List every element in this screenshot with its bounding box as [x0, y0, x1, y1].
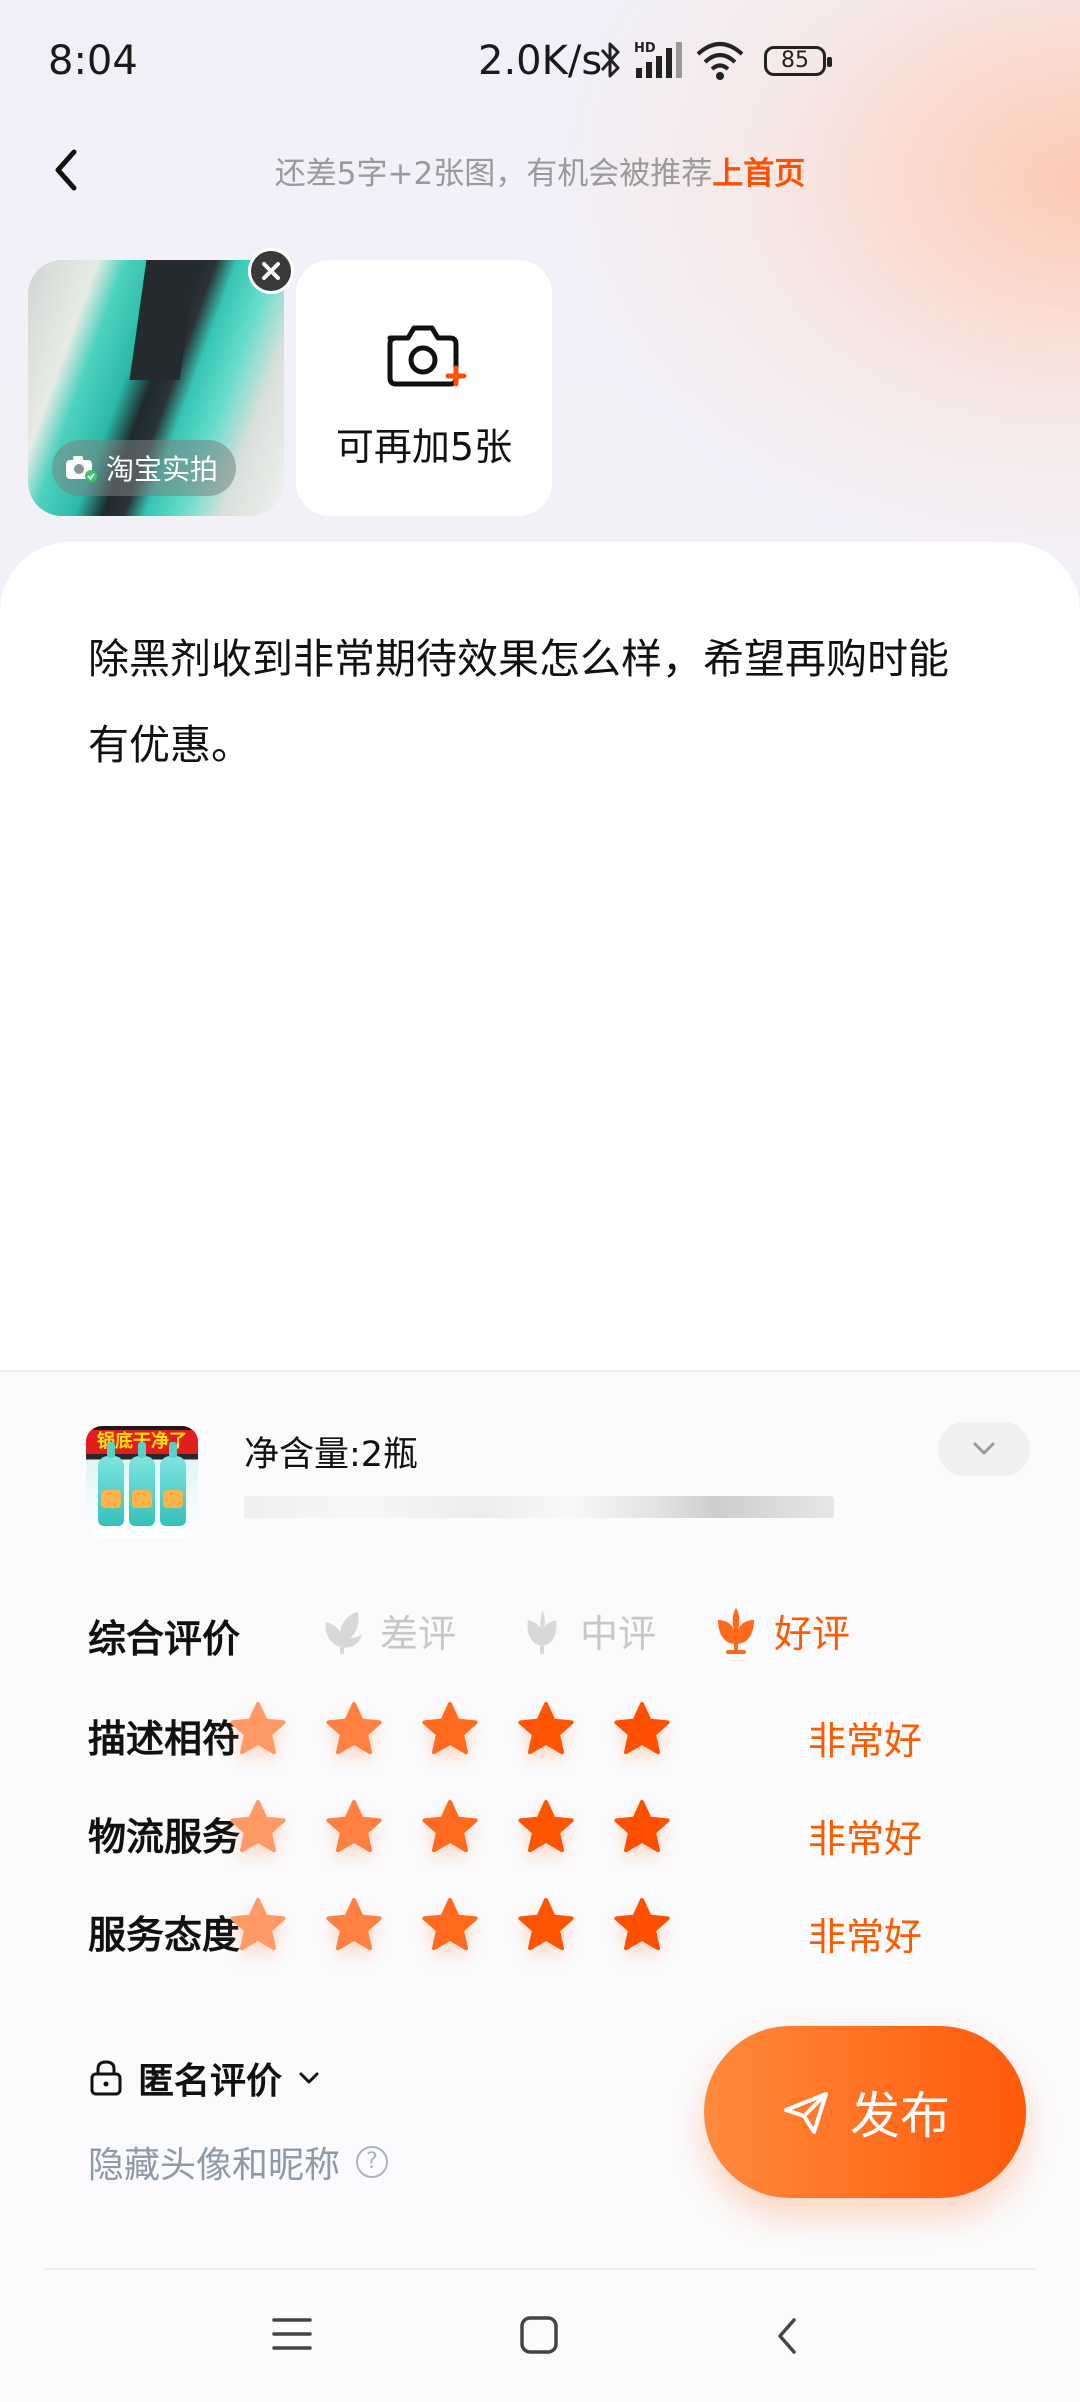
back-nav-icon[interactable]	[770, 2314, 806, 2358]
star-icon[interactable]	[420, 1798, 480, 1858]
anonymous-label: 匿名评价	[138, 2061, 283, 2102]
star-icon[interactable]	[612, 1700, 672, 1760]
star-icon[interactable]	[612, 1896, 672, 1956]
star-icon[interactable]	[516, 1798, 576, 1858]
network-speed: 2.0K/s	[478, 38, 603, 84]
wifi-icon	[696, 42, 744, 80]
star-icon[interactable]	[612, 1798, 672, 1858]
overall-rating-label: 综合评价	[88, 1617, 241, 1661]
rating-option-good[interactable]: 好评	[710, 1600, 850, 1660]
tip-text: 还差5字+2张图，有机会被推荐	[274, 156, 713, 192]
chevron-down-icon	[973, 1442, 995, 1455]
rating-option-bad[interactable]: 差评	[316, 1600, 456, 1660]
photo-badge-label: 淘宝实拍	[106, 453, 219, 486]
add-photo-label: 可再加5张	[335, 425, 513, 469]
uploaded-photo[interactable]: 淘宝实拍	[28, 260, 284, 516]
medium-review-icon	[527, 1610, 557, 1654]
signal-icon: HD	[634, 41, 682, 78]
overall-rating-row: 综合评价 差评 中评 好评	[88, 1600, 1048, 1661]
star-icon[interactable]	[516, 1700, 576, 1760]
photo-badge: 淘宝实拍	[52, 440, 237, 496]
remove-photo-button[interactable]	[248, 248, 294, 294]
chevron-down-icon	[299, 2072, 319, 2084]
camera-add-icon	[387, 325, 467, 387]
anonymous-hint: 隐藏头像和昵称 ?	[88, 2136, 389, 2188]
rating-option-medium[interactable]: 中评	[516, 1600, 656, 1660]
system-nav-bar	[0, 2270, 1080, 2400]
status-icons: HD	[598, 36, 746, 84]
star-icon[interactable]	[324, 1798, 384, 1858]
publish-label: 发布	[850, 2087, 950, 2145]
good-review-icon	[718, 1608, 754, 1654]
product-thumbnail: 锅底干净了	[86, 1426, 198, 1538]
spec-expand-button[interactable]	[938, 1422, 1030, 1476]
rating-desc: 非常好	[808, 1817, 923, 1861]
product-spec-detail	[244, 1496, 834, 1518]
photo-content	[129, 260, 197, 380]
status-time: 8:04	[48, 38, 138, 84]
rating-option-label: 差评	[380, 1611, 457, 1656]
star-icon[interactable]	[228, 1700, 288, 1760]
rating-option-label: 中评	[580, 1611, 657, 1656]
star-icon[interactable]	[420, 1700, 480, 1760]
bottle-image	[129, 1442, 155, 1526]
anonymous-toggle[interactable]: 匿名评价	[88, 2052, 322, 2104]
rating-option-label: 好评	[774, 1611, 851, 1656]
lock-icon	[90, 2060, 122, 2096]
bad-review-icon	[325, 1612, 362, 1654]
bottle-image	[98, 1442, 124, 1526]
close-icon	[262, 262, 280, 280]
battery-icon: 85	[764, 46, 832, 76]
svg-text:HD: HD	[634, 41, 656, 56]
menu-icon[interactable]	[270, 2314, 314, 2354]
review-textarea[interactable]: 除黑剂收到非常期待效果怎么样，希望再购时能有优惠。	[88, 616, 988, 788]
rating-desc: 非常好	[808, 1915, 923, 1959]
star-icon[interactable]	[228, 1798, 288, 1858]
star-icon[interactable]	[516, 1896, 576, 1956]
home-icon[interactable]	[518, 2314, 562, 2358]
status-bar: 8:04 2.0K/s HD 85	[0, 0, 1080, 120]
rating-row-description: 描述相符 非常好	[88, 1700, 1048, 1763]
help-icon[interactable]: ?	[356, 2146, 389, 2178]
bottle-image	[160, 1442, 186, 1526]
rating-row-logistics: 物流服务 非常好	[88, 1798, 1048, 1861]
camera-badge-icon	[66, 456, 97, 482]
star-icon[interactable]	[228, 1896, 288, 1956]
bluetooth-icon	[600, 42, 620, 78]
rating-row-label: 描述相符	[88, 1717, 241, 1761]
publish-button[interactable]: 发布	[704, 2026, 1026, 2198]
add-photo-button[interactable]: 可再加5张	[296, 260, 552, 516]
tip-highlight: 上首页	[712, 156, 806, 192]
recommend-tip: 还差5字+2张图，有机会被推荐上首页	[0, 148, 1080, 193]
rating-row-label: 物流服务	[88, 1815, 241, 1859]
star-icon[interactable]	[324, 1896, 384, 1956]
product-spec: 净含量:2瓶	[244, 1435, 419, 1475]
rating-row-service: 服务态度 非常好	[88, 1896, 1048, 1959]
send-icon	[784, 2092, 828, 2134]
star-icon[interactable]	[324, 1700, 384, 1760]
rating-row-label: 服务态度	[88, 1913, 241, 1957]
rating-desc: 非常好	[808, 1719, 923, 1763]
anonymous-sub-label: 隐藏头像和昵称	[88, 2145, 341, 2186]
star-icon[interactable]	[420, 1896, 480, 1956]
